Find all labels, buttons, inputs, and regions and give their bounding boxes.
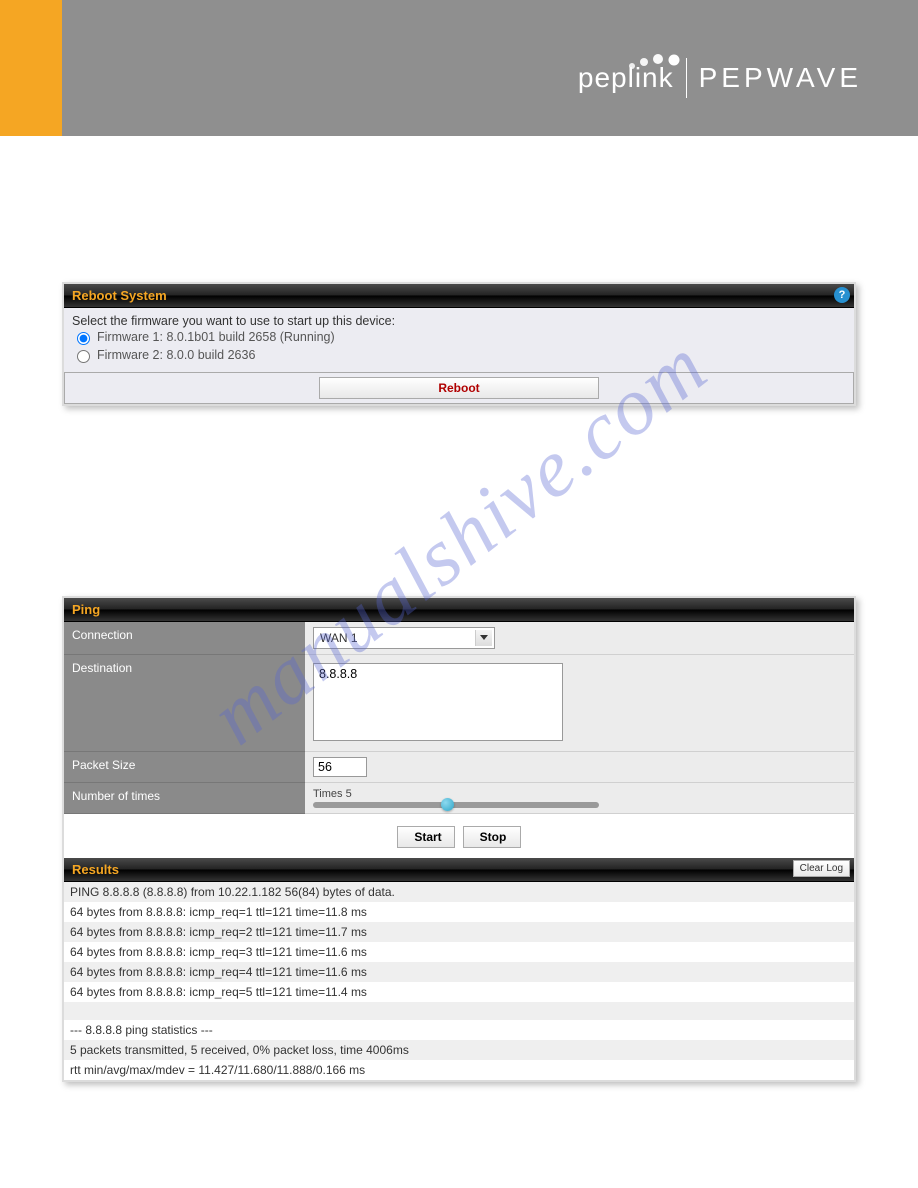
ping-table: Connection WAN 1 Destination Packet Size [64,622,854,814]
reboot-button[interactable]: Reboot [319,377,599,399]
brand-peplink: peplink [578,62,674,94]
firmware1-label: Firmware 1: 8.0.1b01 build 2658 (Running… [97,330,335,344]
results-line: 64 bytes from 8.8.8.8: icmp_req=1 ttl=12… [64,902,854,922]
connection-value: WAN 1 [320,631,358,645]
ping-card: Ping Connection WAN 1 Destination Pac [62,596,856,1082]
times-value-label: Times 5 [313,788,846,800]
clear-log-button[interactable]: Clear Log [793,860,850,877]
brand-logo: peplink PEPWAVE [578,58,862,98]
results-header-title: Results [72,862,119,877]
firmware2-radio[interactable] [77,350,90,363]
reboot-card: Reboot System ? Select the firmware you … [62,282,856,406]
results-line: rtt min/avg/max/mdev = 11.427/11.680/11.… [64,1060,854,1080]
connection-label: Connection [64,622,305,655]
brand-pepwave: PEPWAVE [699,62,862,94]
firmware2-label: Firmware 2: 8.0.0 build 2636 [97,348,255,362]
ping-header-title: Ping [72,602,100,617]
results-line: --- 8.8.8.8 ping statistics --- [64,1020,854,1040]
ping-header: Ping [64,598,854,622]
times-slider[interactable] [313,802,599,808]
results-line [64,1002,854,1020]
firmware1-row[interactable]: Firmware 1: 8.0.1b01 build 2658 (Running… [72,328,846,346]
destination-label: Destination [64,655,305,752]
chevron-down-icon [480,635,488,640]
help-icon[interactable]: ? [834,287,850,303]
start-button[interactable]: Start [397,826,455,848]
reboot-body: Select the firmware you want to use to s… [64,308,854,372]
results-line: 64 bytes from 8.8.8.8: icmp_req=5 ttl=12… [64,982,854,1002]
results-line: PING 8.8.8.8 (8.8.8.8) from 10.22.1.182 … [64,882,854,902]
reboot-header-title: Reboot System [72,288,167,303]
brand-separator [686,58,687,98]
firmware1-radio[interactable] [77,332,90,345]
reboot-header: Reboot System ? [64,284,854,308]
packet-size-label: Packet Size [64,752,305,783]
results-line: 64 bytes from 8.8.8.8: icmp_req=4 ttl=12… [64,962,854,982]
firmware2-row[interactable]: Firmware 2: 8.0.0 build 2636 [72,346,846,364]
ping-button-row: Start Stop [64,814,854,858]
times-label: Number of times [64,783,305,814]
header-accent [0,0,62,136]
stop-button[interactable]: Stop [463,826,521,848]
reboot-button-row: Reboot [64,372,854,404]
times-slider-thumb[interactable] [441,798,454,811]
results-line: 5 packets transmitted, 5 received, 0% pa… [64,1040,854,1060]
results-line: 64 bytes from 8.8.8.8: icmp_req=2 ttl=12… [64,922,854,942]
destination-input[interactable] [313,663,563,741]
results-body: PING 8.8.8.8 (8.8.8.8) from 10.22.1.182 … [64,882,854,1080]
packet-size-input[interactable] [313,757,367,777]
results-header: Results Clear Log [64,858,854,882]
header-banner: peplink PEPWAVE [0,0,918,136]
results-line: 64 bytes from 8.8.8.8: icmp_req=3 ttl=12… [64,942,854,962]
reboot-intro: Select the firmware you want to use to s… [72,314,846,328]
connection-select[interactable]: WAN 1 [313,627,495,649]
